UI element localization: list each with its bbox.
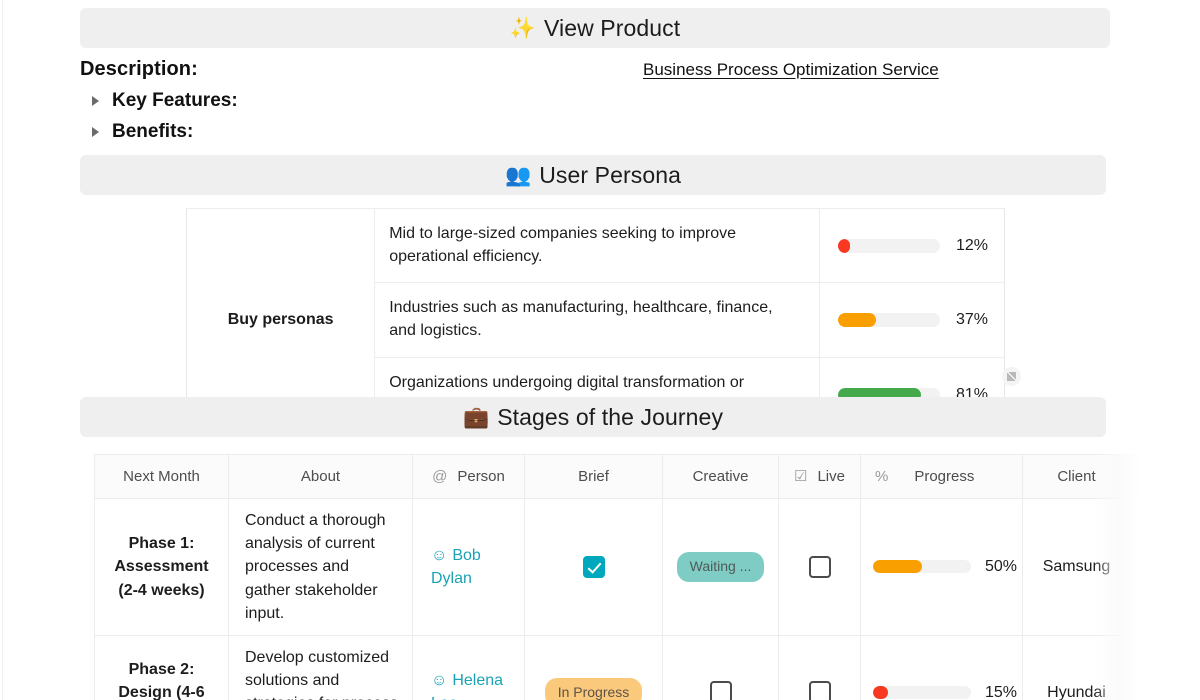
column-header-priority[interactable]: ☆ P [1130, 454, 1140, 499]
description-block: Description: Business Process Optimizati… [80, 58, 1110, 143]
chevron-right-icon[interactable] [92, 127, 99, 137]
checkbox-unchecked[interactable] [709, 681, 732, 700]
tree-item-label: Key Features: [112, 90, 238, 111]
persona-description: Mid to large-sized companies seeking to … [374, 207, 820, 284]
column-header-label: Progress [914, 468, 975, 485]
chevron-right-icon[interactable] [92, 96, 99, 106]
cell-client[interactable]: Hyundai [1022, 634, 1131, 700]
column-header-live[interactable]: ☑ Live [778, 454, 861, 499]
progress-track [837, 238, 940, 253]
cell-progress[interactable]: 50% [860, 498, 1023, 636]
status-badge[interactable]: Waiting ... [676, 552, 765, 582]
column-header-label: Live [817, 468, 845, 485]
progress-track [873, 685, 971, 699]
view-product-title: View Product [543, 14, 681, 41]
resize-grip-icon [1007, 372, 1016, 381]
column-header-label: Creative [692, 468, 749, 485]
column-header-next-month[interactable]: Next Month [94, 454, 229, 499]
percent-icon: % [875, 468, 889, 485]
progress-fill [837, 238, 851, 253]
column-header-client[interactable]: Client [1022, 454, 1131, 499]
at-icon: @ [432, 468, 448, 485]
cell-brief[interactable] [524, 498, 663, 636]
cell-progress[interactable]: 15% [860, 634, 1023, 700]
persona-progress-cell[interactable]: 37% [818, 282, 1005, 358]
cell-creative[interactable]: Waiting ... [662, 498, 779, 636]
cell-live[interactable] [778, 498, 861, 636]
column-header-label: About [300, 468, 341, 485]
stages-journey-title: Stages of the Journey [497, 403, 724, 430]
person-icon: ☺ [431, 672, 448, 690]
description-value[interactable]: Business Process Optimization Service [643, 60, 939, 80]
left-rail-divider [2, 0, 3, 700]
status-badge[interactable]: In Progress [544, 677, 643, 700]
cell-next-month[interactable]: Phase 1: Assessment (2-4 weeks) [94, 498, 229, 636]
progress-fill [837, 313, 876, 328]
description-label: Description: [80, 58, 198, 80]
cell-priority[interactable]: ★★ [1130, 498, 1140, 636]
view-product-banner: ✨ View Product [80, 8, 1110, 48]
progress-track [837, 313, 940, 328]
checkbox-icon: ☑ [794, 468, 808, 485]
table-row: Buy personas Mid to large-sized companie… [186, 207, 1005, 433]
checkbox-checked[interactable] [582, 556, 605, 579]
cell-about[interactable]: Conduct a thorough analysis of current p… [228, 498, 413, 636]
progress-percent: 37% [955, 311, 988, 329]
person-icon: ☺ [431, 546, 448, 564]
cell-next-month[interactable]: Phase 2: Design (4-6 weeks) [94, 634, 229, 700]
table-row: Phase 1: Assessment (2-4 weeks) Conduct … [94, 498, 1140, 636]
cell-live[interactable] [778, 634, 861, 700]
checkbox-unchecked[interactable] [808, 556, 831, 579]
column-header-label: Person [457, 468, 505, 485]
cell-person[interactable]: ☺Helena Lee [412, 634, 525, 700]
column-header-about[interactable]: About [228, 454, 413, 499]
column-header-creative[interactable]: Creative [662, 454, 779, 499]
user-persona-title: User Persona [539, 161, 682, 188]
cell-priority[interactable]: ★★ [1130, 634, 1140, 700]
cell-person[interactable]: ☺ Bob Dylan [412, 498, 525, 636]
tree-item-benefits[interactable]: Benefits: [80, 121, 1110, 143]
tree-item-key-features[interactable]: Key Features: [80, 90, 1110, 112]
progress-fill [873, 560, 922, 574]
briefcase-icon: 💼 [462, 405, 490, 429]
cell-creative[interactable] [662, 634, 779, 700]
column-header-brief[interactable]: Brief [524, 454, 663, 499]
column-header-label: Next Month [123, 468, 200, 485]
cell-brief[interactable]: In Progress [524, 634, 663, 700]
tree-item-label: Benefits: [112, 121, 194, 142]
persona-progress-cell[interactable]: 12% [818, 207, 1005, 284]
user-persona-banner: 👥 User Persona [80, 155, 1106, 195]
progress-percent: 50% [985, 558, 1018, 576]
column-header-progress[interactable]: % Progress [860, 454, 1023, 499]
stages-journey-banner: 💼 Stages of the Journey [80, 397, 1106, 437]
table-header-row: Next Month About @ Person Brief Creative… [94, 454, 1140, 499]
progress-percent: 12% [955, 236, 988, 254]
cell-client[interactable]: Samsung [1022, 498, 1131, 636]
resize-handle[interactable] [1002, 367, 1021, 386]
sparkles-icon: ✨ [509, 16, 536, 40]
journey-table-scroll[interactable]: Next Month About @ Person Brief Creative… [94, 454, 1140, 700]
persona-description: Industries such as manufacturing, health… [374, 282, 820, 358]
column-header-label: Client [1057, 468, 1096, 485]
progress-fill [873, 685, 888, 699]
column-header-person[interactable]: @ Person [412, 454, 525, 499]
progress-track [873, 560, 971, 574]
page-root: ✨ View Product Description: Business Pro… [0, 0, 1200, 700]
column-header-label: Brief [578, 468, 609, 485]
cell-about[interactable]: Develop customized solutions and strateg… [228, 634, 413, 700]
table-row: Phase 2: Design (4-6 weeks) Develop cust… [94, 634, 1140, 700]
people-icon: 👥 [504, 163, 532, 187]
checkbox-unchecked[interactable] [808, 681, 831, 700]
progress-percent: 15% [985, 683, 1018, 700]
journey-table: Next Month About @ Person Brief Creative… [94, 454, 1140, 700]
